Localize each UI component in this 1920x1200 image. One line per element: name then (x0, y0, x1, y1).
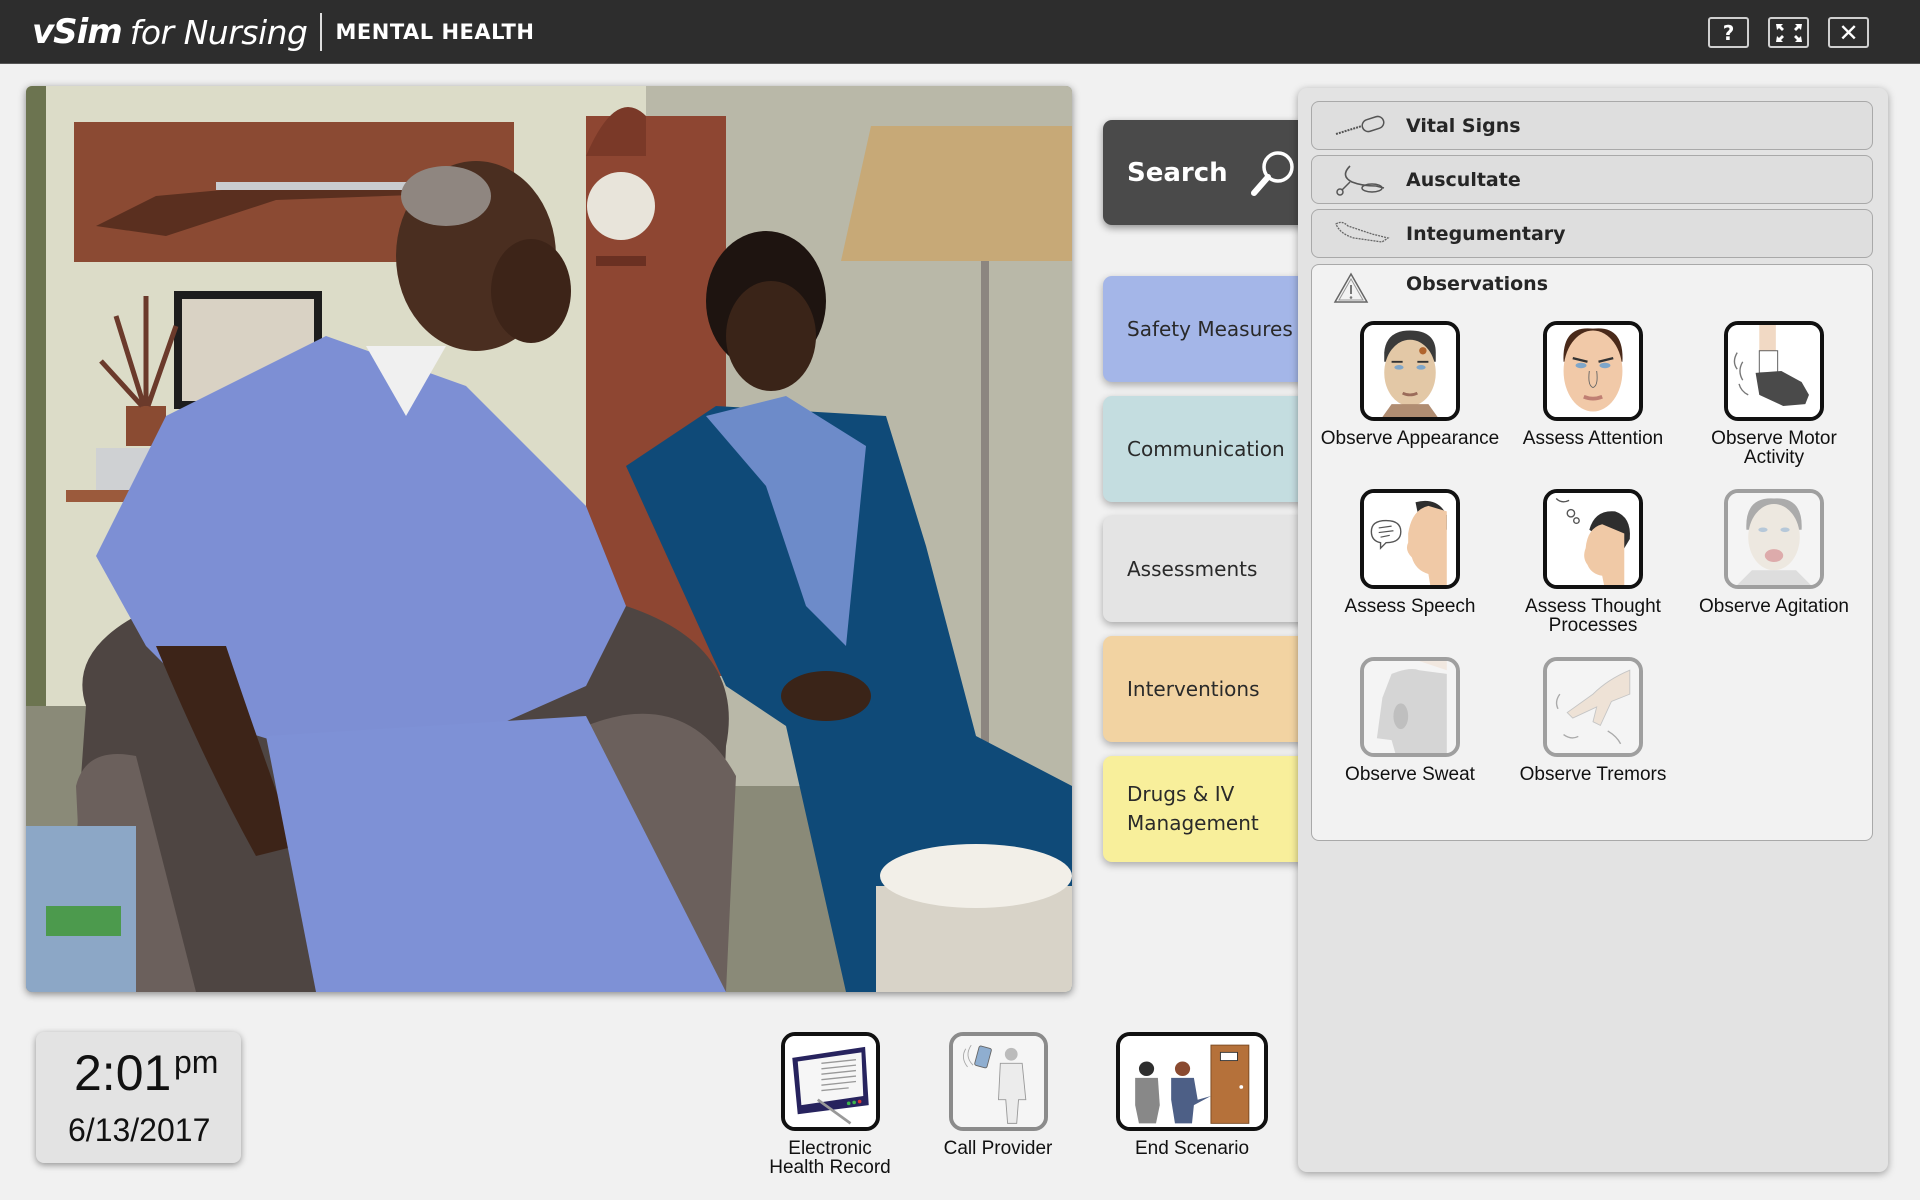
electronic-health-record-label: Electronic Health Record (769, 1138, 891, 1178)
clock-date: 6/13/2017 (68, 1112, 211, 1148)
stethoscope-icon (1336, 164, 1385, 196)
phone-doctor-icon (952, 1036, 1044, 1127)
trembling-hand-icon (1547, 661, 1639, 753)
help-button[interactable]: ? (1708, 17, 1749, 48)
attention-face-icon (1547, 325, 1639, 417)
subcategory-auscultate[interactable]: Auscultate (1311, 155, 1873, 204)
subcategory-vital-signs[interactable]: Vital Signs (1311, 101, 1873, 150)
call-provider-button[interactable]: Call Provider (928, 1032, 1068, 1158)
electronic-health-record-button[interactable]: Electronic Health Record (760, 1032, 900, 1177)
observe-appearance-label: Observe Appearance (1320, 428, 1500, 449)
clock-ampm: pm (174, 1044, 219, 1080)
help-icon: ? (1722, 20, 1735, 45)
observe-agitation-label: Observe Agitation (1699, 596, 1849, 617)
brand-vsim: vSim (32, 12, 123, 52)
observe-sweat-button[interactable]: Observe Sweat (1320, 657, 1500, 784)
observe-motor-activity-button[interactable]: Observe Motor Activity (1684, 321, 1864, 467)
tab-label: Interventions (1127, 676, 1260, 701)
assess-speech-label: Assess Speech (1344, 596, 1476, 617)
subcategory-label: Integumentary (1406, 222, 1566, 245)
appearance-face-icon (1364, 325, 1456, 417)
close-icon: ✕ (1838, 18, 1859, 47)
tablet-record-icon (784, 1036, 876, 1127)
subcategory-label: Vital Signs (1406, 114, 1521, 137)
tab-drugs-iv-management[interactable]: Drugs & IV Management (1103, 756, 1303, 862)
simulation-clock: 2:01 pm 6/13/2017 (36, 1032, 241, 1163)
observe-tremors-label: Observe Tremors (1519, 764, 1667, 785)
assess-thought-processes-label: Assess Thought Processes (1525, 596, 1661, 636)
app-header: vSim for Nursing MENTAL HEALTH ? ✕ (0, 0, 1920, 64)
assessments-panel: Vital Signs Auscultate Integumentary Obs… (1298, 88, 1888, 1172)
end-scenario-label: End Scenario (1134, 1138, 1250, 1159)
scene-illustration (26, 86, 1072, 992)
clock-time: 2:01 (74, 1045, 172, 1101)
tab-label: Assessments (1127, 556, 1258, 581)
search-button[interactable]: Search (1103, 120, 1303, 225)
patient-scene-view[interactable] (26, 86, 1072, 992)
tab-assessments[interactable]: Assessments (1103, 516, 1308, 622)
observe-motor-activity-label: Observe Motor Activity (1711, 428, 1837, 468)
module-title: MENTAL HEALTH (335, 20, 535, 44)
tab-label: Drugs & IV Management (1127, 782, 1259, 835)
sweat-shirt-icon (1364, 661, 1456, 753)
end-scenario-button[interactable]: End Scenario (1102, 1032, 1282, 1158)
agitated-face-icon (1728, 493, 1820, 585)
thought-profile-icon (1547, 493, 1639, 585)
search-icon (1250, 150, 1294, 196)
speech-profile-icon (1364, 493, 1456, 585)
observations-label: Observations (1406, 273, 1549, 295)
brand-divider (319, 13, 322, 51)
tab-communication[interactable]: Communication (1103, 396, 1303, 502)
body-outline-icon (1335, 221, 1390, 243)
tab-safety-measures[interactable]: Safety Measures (1103, 276, 1303, 382)
observations-header[interactable]: Observations (1312, 265, 1872, 309)
warning-triangle-icon (1333, 272, 1369, 303)
observe-tremors-button[interactable]: Observe Tremors (1503, 657, 1683, 784)
assess-speech-button[interactable]: Assess Speech (1320, 489, 1500, 616)
tab-label: Safety Measures (1127, 316, 1293, 341)
shoe-motion-icon (1728, 325, 1820, 417)
observe-appearance-button[interactable]: Observe Appearance (1320, 321, 1500, 448)
subcategory-integumentary[interactable]: Integumentary (1311, 209, 1873, 258)
tab-label: Communication (1127, 436, 1285, 461)
observe-sweat-label: Observe Sweat (1345, 764, 1475, 785)
subcategory-label: Auscultate (1406, 168, 1521, 191)
search-label: Search (1127, 157, 1228, 188)
observations-section: Observations Observe Appearance Assess A… (1311, 264, 1873, 841)
brand-for-nursing: for Nursing (129, 12, 308, 52)
thermometer-icon (1335, 115, 1385, 135)
exit-door-icon (1120, 1036, 1264, 1127)
assess-attention-button[interactable]: Assess Attention (1503, 321, 1683, 448)
observe-agitation-button[interactable]: Observe Agitation (1684, 489, 1864, 616)
call-provider-label: Call Provider (943, 1138, 1053, 1159)
fullscreen-button[interactable] (1768, 17, 1809, 48)
assess-thought-processes-button[interactable]: Assess Thought Processes (1503, 489, 1683, 635)
fullscreen-icon (1775, 23, 1802, 42)
assess-attention-label: Assess Attention (1522, 428, 1664, 449)
tab-interventions[interactable]: Interventions (1103, 636, 1303, 742)
close-button[interactable]: ✕ (1828, 17, 1869, 48)
app-logo: vSim for Nursing MENTAL HEALTH (32, 10, 534, 54)
